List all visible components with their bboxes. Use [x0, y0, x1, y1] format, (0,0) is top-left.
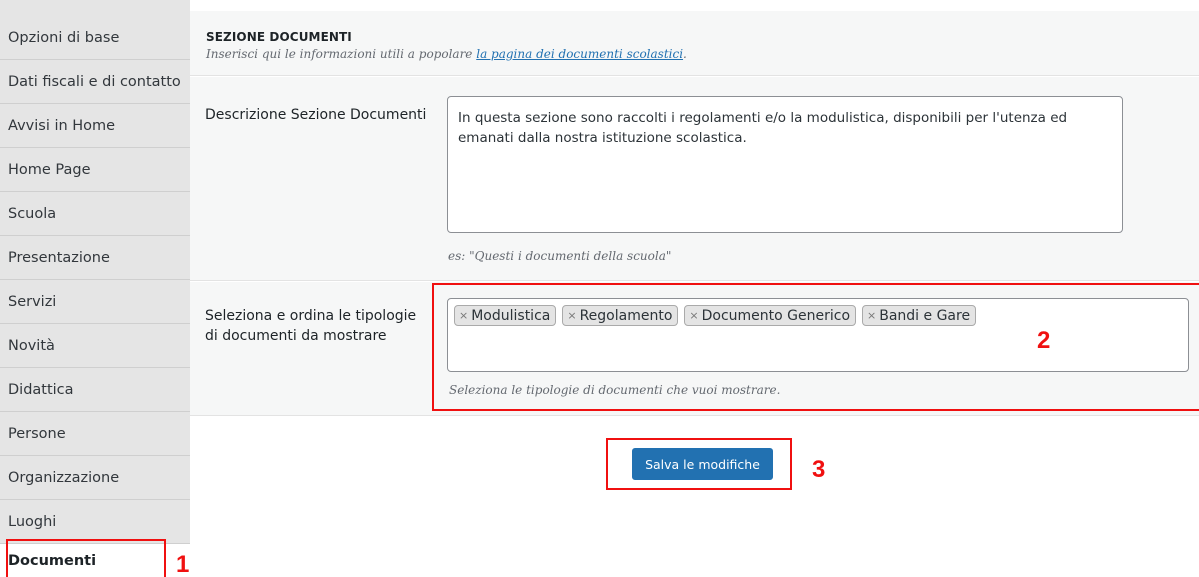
description-row: Descrizione Sezione Documenti In questa …	[190, 77, 1199, 281]
sidebar-item-servizi[interactable]: Servizi	[0, 280, 190, 324]
sidebar-item-label: Servizi	[8, 293, 57, 310]
sidebar-item-documenti[interactable]: Documenti	[0, 544, 190, 577]
section-header: SEZIONE DOCUMENTI Inserisci qui le infor…	[190, 11, 1199, 76]
section-description-end: .	[683, 47, 687, 61]
document-types-help: Seleziona le tipologie di documenti che …	[449, 383, 781, 397]
tag-label: Bandi e Gare	[879, 307, 971, 324]
save-changes-button[interactable]: Salva le modifiche	[632, 448, 773, 480]
sidebar-item-didattica[interactable]: Didattica	[0, 368, 190, 412]
settings-main: SEZIONE DOCUMENTI Inserisci qui le infor…	[190, 0, 1199, 577]
sidebar-item-label: Opzioni di base	[8, 29, 120, 46]
sidebar-item-label: Luoghi	[8, 513, 57, 530]
sidebar-item-label: Dati fiscali e di contatto	[8, 73, 181, 90]
sidebar-item-label: Didattica	[8, 381, 74, 398]
tag-bandi-e-gare: × Bandi e Gare	[862, 305, 977, 326]
sidebar-item-label: Novità	[8, 337, 55, 354]
tag-documento-generico: × Documento Generico	[684, 305, 857, 326]
tag-label: Modulistica	[471, 307, 551, 324]
description-textarea[interactable]: In questa sezione sono raccolti i regola…	[447, 96, 1123, 233]
sidebar-item-organizzazione[interactable]: Organizzazione	[0, 456, 190, 500]
sidebar-item-label: Documenti	[8, 552, 97, 569]
sidebar-item-label: Scuola	[8, 205, 57, 222]
annotation-number-3: 3	[812, 456, 826, 483]
tag-label: Regolamento	[579, 307, 673, 324]
tag-modulistica: × Modulistica	[454, 305, 557, 326]
remove-tag-icon[interactable]: ×	[567, 309, 576, 322]
document-types-select[interactable]: × Modulistica × Regolamento × Documento Gener…	[447, 298, 1189, 372]
remove-tag-icon[interactable]: ×	[459, 309, 468, 322]
section-title: SEZIONE DOCUMENTI	[206, 30, 352, 44]
sidebar-item-avvisi-in-home[interactable]: Avvisi in Home	[0, 104, 190, 148]
sidebar-item-label: Home Page	[8, 161, 91, 178]
remove-tag-icon[interactable]: ×	[867, 309, 876, 322]
sidebar-item-luoghi[interactable]: Luoghi	[0, 500, 190, 544]
sidebar-item-label: Persone	[8, 425, 66, 442]
settings-sidebar: Opzioni di base Dati fiscali e di contat…	[0, 0, 190, 577]
sidebar-item-label: Organizzazione	[8, 469, 120, 486]
sidebar-item-home-page[interactable]: Home Page	[0, 148, 190, 192]
document-types-label: Seleziona e ordina le tipologie di docum…	[205, 308, 417, 344]
annotation-number-1: 1	[176, 551, 190, 577]
section-description-text: Inserisci qui le informazioni utili a po…	[206, 47, 477, 61]
remove-tag-icon[interactable]: ×	[689, 309, 698, 322]
documents-page-link[interactable]: la pagina dei documenti scolastici	[476, 47, 683, 61]
sidebar-item-label: Avvisi in Home	[8, 117, 116, 134]
tag-label: Documento Generico	[701, 307, 851, 324]
tag-regolamento: × Regolamento	[562, 305, 679, 326]
description-help: es: "Questi i documenti della scuola"	[448, 249, 672, 263]
description-label: Descrizione Sezione Documenti	[205, 107, 427, 123]
sidebar-item-novita[interactable]: Novità	[0, 324, 190, 368]
sidebar-item-scuola[interactable]: Scuola	[0, 192, 190, 236]
annotation-number-2: 2	[1037, 327, 1051, 354]
sidebar-item-persone[interactable]: Persone	[0, 412, 190, 456]
sidebar-item-opzioni-di-base[interactable]: Opzioni di base	[0, 16, 190, 60]
sidebar-item-presentazione[interactable]: Presentazione	[0, 236, 190, 280]
sidebar-item-label: Presentazione	[8, 249, 110, 266]
sidebar-item-dati-fiscali[interactable]: Dati fiscali e di contatto	[0, 60, 190, 104]
section-description: Inserisci qui le informazioni utili a po…	[206, 47, 1199, 61]
